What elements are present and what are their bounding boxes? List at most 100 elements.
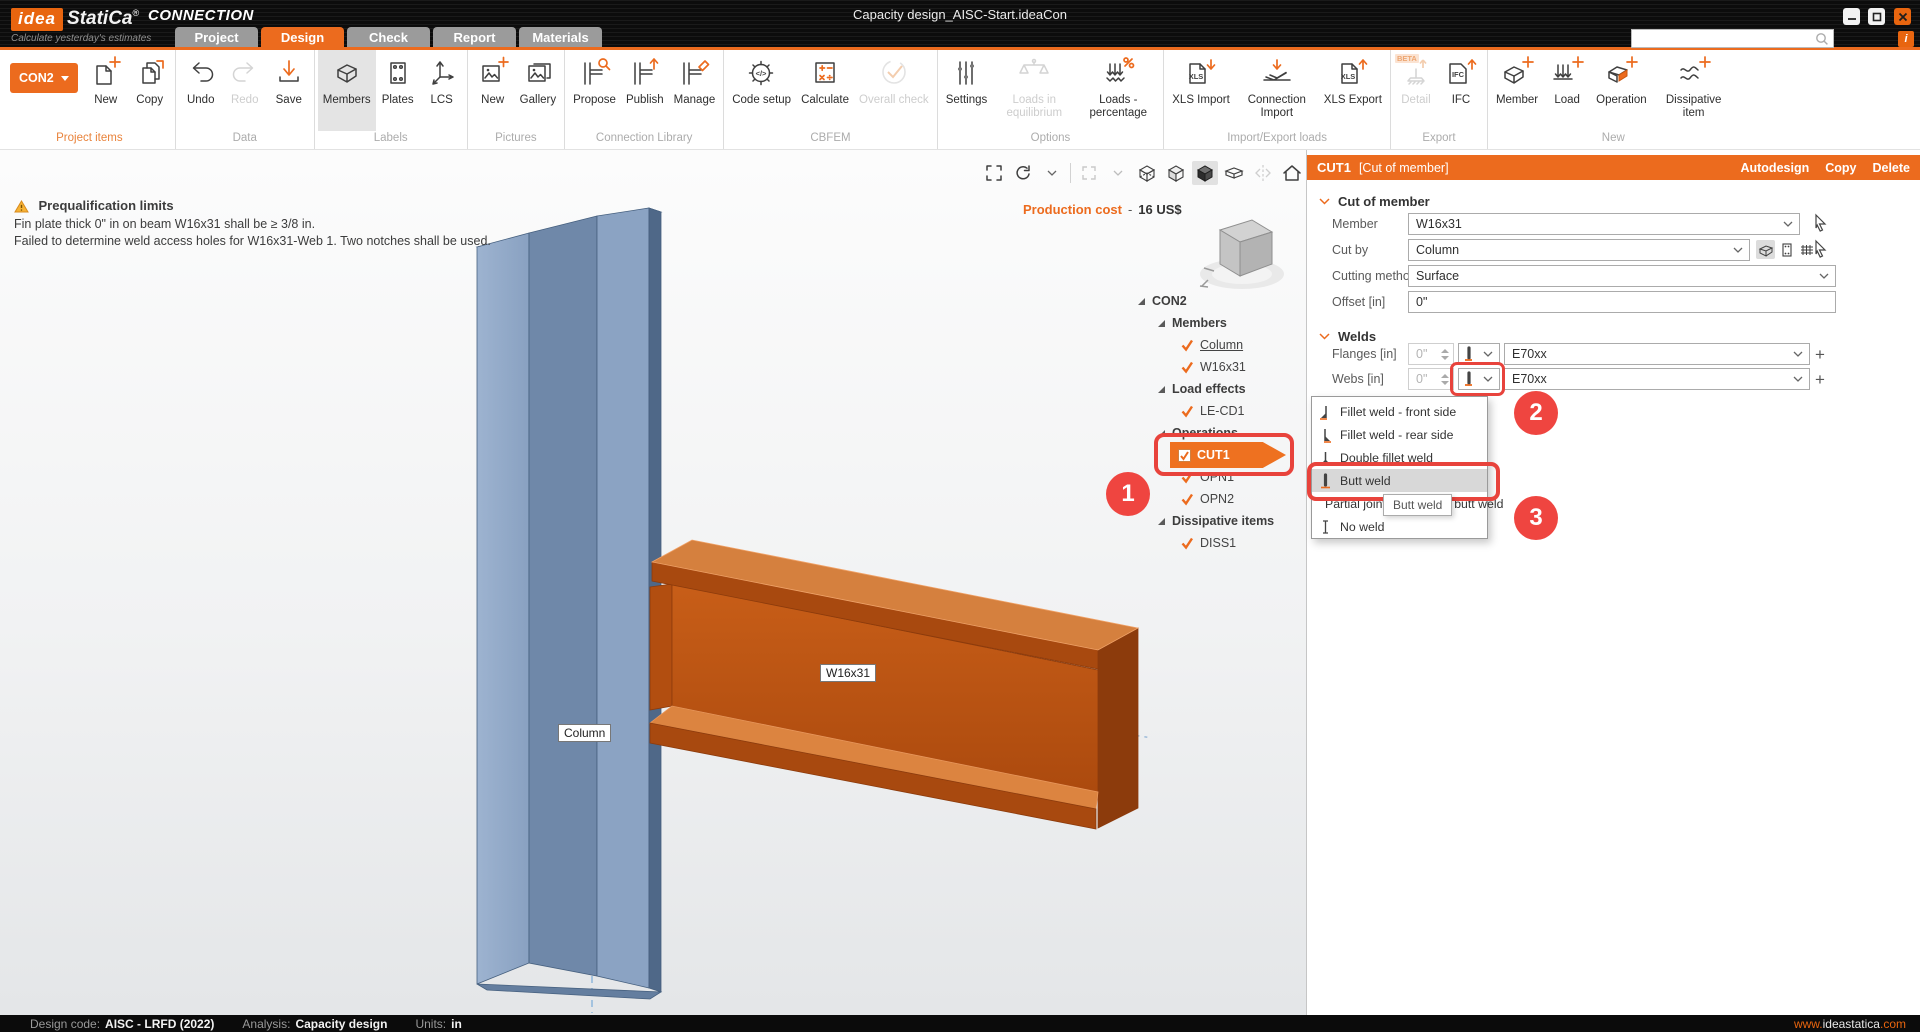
wireframe-view-button[interactable] [1134, 161, 1160, 185]
lcs-labels-toggle[interactable]: LCS [420, 50, 464, 131]
publish-button[interactable]: Publish [621, 50, 669, 131]
tab-project[interactable]: Project [175, 27, 258, 47]
autodesign-button[interactable]: Autodesign [1740, 161, 1809, 175]
connection-import-button[interactable]: Connection Import [1235, 50, 1319, 131]
tab-report[interactable]: Report [433, 27, 516, 47]
weld-option-butt[interactable]: Butt weld [1312, 469, 1487, 492]
webs-material-select[interactable]: E70xx [1504, 368, 1810, 390]
column-member[interactable] [477, 208, 661, 999]
tree-item-cut1-selected[interactable]: CUT1 [1170, 442, 1286, 468]
flanges-weld-type-dropdown[interactable] [1458, 343, 1500, 365]
zoom-fit-button[interactable] [981, 161, 1007, 185]
expander-icon[interactable] [1158, 430, 1165, 437]
new-dissipative-item-button[interactable]: Dissipative item [1652, 50, 1736, 131]
delete-operation-button[interactable]: Delete [1872, 161, 1910, 175]
xls-import-button[interactable]: XLS XLS Import [1167, 50, 1235, 131]
new-member-button[interactable]: Member [1491, 50, 1543, 131]
tab-check[interactable]: Check [347, 27, 430, 47]
search-input[interactable] [1632, 31, 1814, 46]
navigation-cube[interactable] [1190, 210, 1296, 300]
tree-item-column[interactable]: Column [1136, 334, 1306, 356]
pointer-select-icon[interactable] [1811, 213, 1829, 233]
rotate-view-button[interactable] [1010, 161, 1036, 185]
cut-plate-mode-button[interactable] [1777, 240, 1796, 259]
maximize-button[interactable] [1868, 8, 1885, 25]
checked-checkbox-icon[interactable] [1180, 492, 1194, 506]
new-load-button[interactable]: Load [1543, 50, 1591, 131]
website-link[interactable]: www.ideastatica.com [1794, 1017, 1906, 1031]
checked-checkbox-icon[interactable] [1180, 536, 1194, 550]
expander-icon[interactable] [1158, 386, 1165, 393]
checked-checkbox-icon[interactable] [1180, 404, 1194, 418]
undo-button[interactable]: Undo [179, 50, 223, 131]
add-web-weld-button[interactable]: + [1815, 371, 1825, 388]
members-labels-toggle[interactable]: Members [318, 50, 376, 131]
picture-gallery-button[interactable]: Gallery [515, 50, 561, 131]
code-setup-button[interactable]: </> Code setup [727, 50, 796, 131]
weld-option-fillet-rear[interactable]: Fillet weld - rear side [1312, 423, 1487, 446]
save-button[interactable]: Save [267, 50, 311, 131]
connection-selector[interactable]: CON2 [10, 63, 78, 93]
weld-option-fillet-front[interactable]: Fillet weld - front side [1312, 400, 1487, 423]
manage-button[interactable]: Manage [669, 50, 721, 131]
transparent-view-button[interactable] [1221, 161, 1247, 185]
3d-viewport[interactable]: Prequalification limits Fin plate thick … [0, 150, 1306, 1015]
webs-weld-type-dropdown[interactable] [1458, 368, 1500, 390]
cut-solid-mode-button[interactable] [1756, 240, 1775, 259]
3d-scene[interactable] [0, 150, 1306, 1015]
checked-checkbox-icon[interactable] [1180, 470, 1194, 484]
cut-of-member-section-header[interactable]: Cut of member [1319, 194, 1430, 209]
info-button[interactable]: i [1898, 31, 1914, 47]
solid-view-button[interactable] [1192, 161, 1218, 185]
weld-option-no-weld[interactable]: No weld [1312, 515, 1487, 538]
cut-by-select[interactable]: Column [1408, 239, 1750, 261]
home-view-button[interactable] [1279, 161, 1305, 185]
expander-icon[interactable] [1158, 320, 1165, 327]
plates-labels-toggle[interactable]: Plates [376, 50, 420, 131]
tree-item-opn2[interactable]: OPN2 [1136, 488, 1306, 510]
checked-checkbox-icon[interactable] [1180, 360, 1194, 374]
tree-item-opn1[interactable]: OPN1 [1136, 466, 1306, 488]
minimize-button[interactable] [1843, 8, 1860, 25]
welds-section-header[interactable]: Welds [1319, 329, 1376, 344]
tree-item-diss1[interactable]: DISS1 [1136, 532, 1306, 554]
add-flange-weld-button[interactable]: + [1815, 346, 1825, 363]
cutting-method-select[interactable]: Surface [1408, 265, 1836, 287]
loads-percentage-button[interactable]: Loads - percentage [1076, 50, 1160, 131]
tree-node-dissipative-items[interactable]: Dissipative items [1136, 510, 1306, 532]
tree-node-members[interactable]: Members [1136, 312, 1306, 334]
tree-node-load-effects[interactable]: Load effects [1136, 378, 1306, 400]
propose-button[interactable]: Propose [568, 50, 621, 131]
xls-export-icon: XLS [1335, 56, 1371, 94]
tree-item-le-cd1[interactable]: LE-CD1 [1136, 400, 1306, 422]
shaded-view-button[interactable] [1163, 161, 1189, 185]
new-project-item-button[interactable]: New [84, 50, 128, 131]
new-picture-button[interactable]: New [471, 50, 515, 131]
tab-design[interactable]: Design [261, 27, 344, 47]
column-tag[interactable]: Column [558, 724, 611, 742]
copy-operation-button[interactable]: Copy [1825, 161, 1856, 175]
offset-input[interactable]: 0" [1408, 291, 1836, 313]
new-operation-button[interactable]: Operation [1591, 50, 1652, 131]
weld-option-double-fillet[interactable]: Double fillet weld [1312, 446, 1487, 469]
tree-node-con2[interactable]: CON2 [1136, 290, 1306, 312]
expander-icon[interactable] [1158, 518, 1165, 525]
ifc-export-button[interactable]: IFC IFC [1438, 50, 1484, 131]
expander-icon[interactable] [1138, 298, 1145, 305]
member-select[interactable]: W16x31 [1408, 213, 1800, 235]
beam-tag[interactable]: W16x31 [820, 664, 876, 682]
copy-project-item-button[interactable]: Copy [128, 50, 172, 131]
close-button[interactable] [1894, 8, 1911, 25]
settings-button[interactable]: Settings [941, 50, 993, 131]
pointer-select-icon[interactable] [1811, 239, 1829, 259]
rotate-options-button[interactable] [1039, 161, 1065, 185]
calculate-button[interactable]: Calculate [796, 50, 854, 131]
checked-checkbox-icon[interactable] [1178, 449, 1191, 462]
tree-node-operations[interactable]: Operations [1136, 422, 1306, 444]
checked-checkbox-icon[interactable] [1180, 338, 1194, 352]
tree-item-w16x31[interactable]: W16x31 [1136, 356, 1306, 378]
xls-export-button[interactable]: XLS XLS Export [1319, 50, 1387, 131]
tab-materials[interactable]: Materials [519, 27, 602, 47]
beam-member[interactable] [650, 540, 1138, 829]
flanges-material-select[interactable]: E70xx [1504, 343, 1810, 365]
